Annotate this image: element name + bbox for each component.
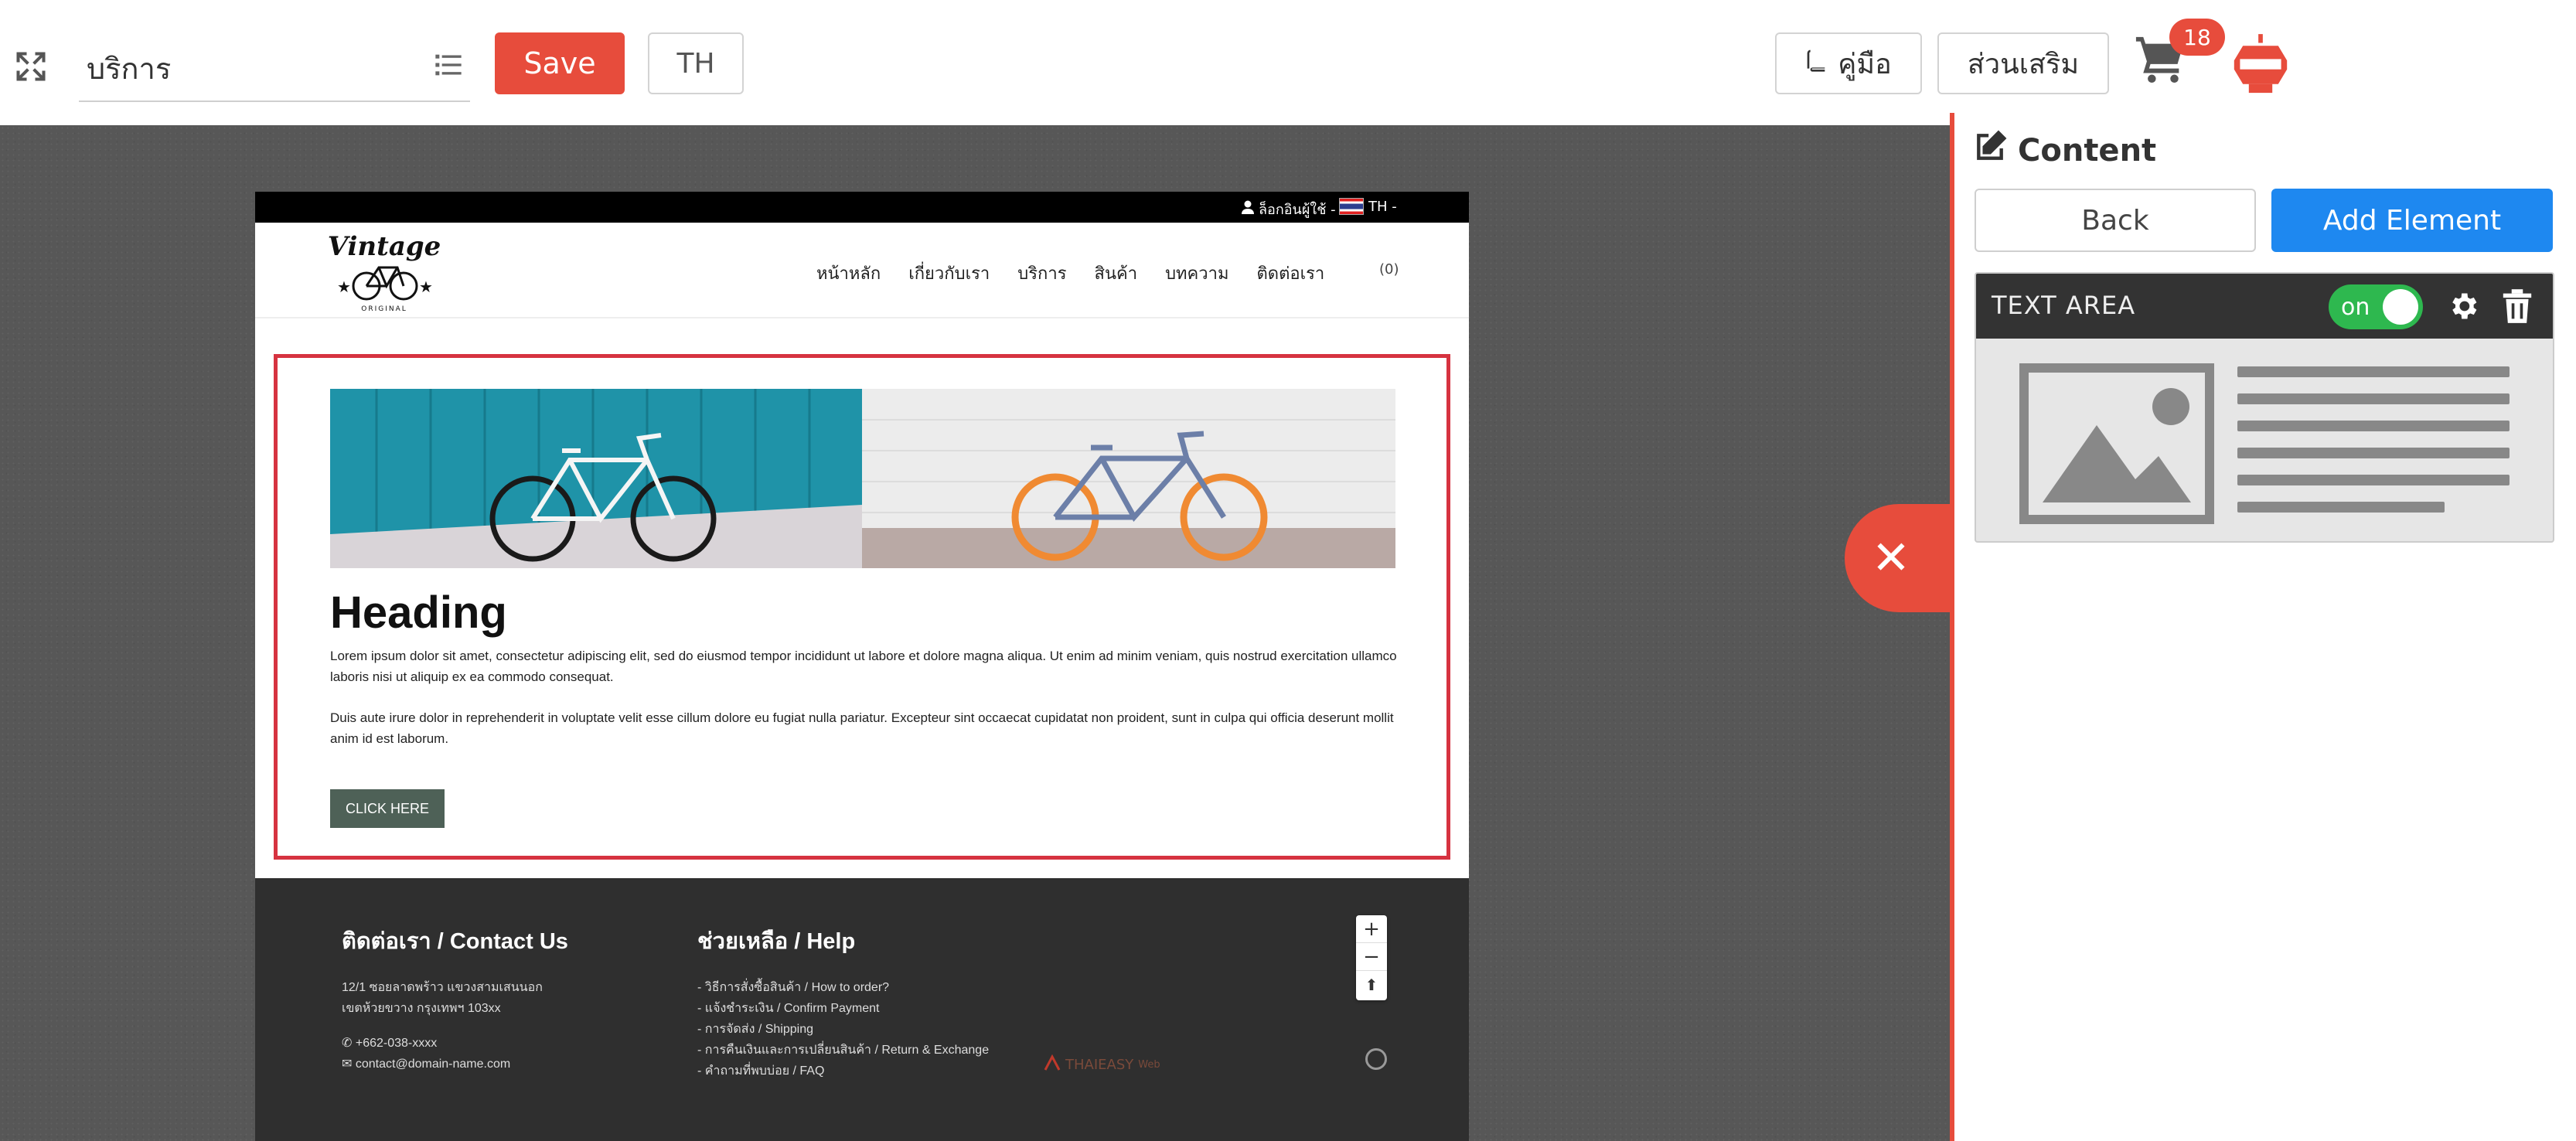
help-link-payment[interactable]: - แจ้งชำระเงิน / Confirm Payment	[697, 998, 1038, 1019]
login-link[interactable]: ล็อกอินผู้ใช้ -	[1242, 198, 1336, 220]
site-language-label: TH -	[1368, 198, 1397, 215]
site-preview: ล็อกอินผู้ใช้ - TH - Vintage ★ ★ ORIGINA…	[255, 192, 1469, 1141]
toggle-label: on	[2341, 294, 2370, 321]
click-here-button[interactable]: CLICK HERE	[330, 789, 445, 828]
powered-by[interactable]: THAIEASY Web	[1044, 1054, 1160, 1075]
add-element-button[interactable]: Add Element	[2271, 189, 2553, 252]
map-controls: + − ⬆	[1356, 915, 1387, 1000]
trash-icon[interactable]	[2502, 289, 2533, 323]
help-link-order[interactable]: - วิธีการสั่งซื้อสินค้า / How to order?	[697, 977, 1038, 998]
logo-subtext: ORIGINAL	[361, 305, 407, 313]
save-button[interactable]: Save	[495, 32, 625, 94]
language-button[interactable]: TH	[648, 32, 744, 94]
element-visibility-toggle[interactable]: on	[2329, 284, 2423, 329]
book-icon	[1805, 47, 1830, 80]
user-icon	[1242, 200, 1254, 218]
scroll-top-icon[interactable]	[1365, 1048, 1387, 1070]
footer-help-title: ช่วยเหลือ / Help	[697, 929, 856, 954]
manual-button[interactable]: คู่มือ	[1775, 32, 1922, 94]
powered-brand: THAIEASY	[1065, 1057, 1134, 1073]
footer-address-2: เขตห้วยขวาง กรุงเทพฯ 103xx	[342, 1002, 501, 1015]
footer-contact-title: ติดต่อเรา / Contact Us	[342, 929, 568, 954]
zoom-out-button[interactable]: −	[1356, 943, 1387, 971]
footer-help: ช่วยเหลือ / Help - วิธีการสั่งซื้อสินค้า…	[697, 923, 1038, 1081]
top-toolbar: บริการ Save TH คู่มือ ส่วนเสริม 18	[0, 0, 2576, 125]
site-logo[interactable]: Vintage ★ ★ ORIGINAL	[326, 227, 442, 314]
zoom-in-button[interactable]: +	[1356, 915, 1387, 943]
element-card-header: TEXT AREA on	[1976, 274, 2553, 339]
panel-title: Content	[1973, 130, 2156, 172]
footer-email[interactable]: ✉ contact@domain-name.com	[342, 1054, 666, 1075]
nav-item-contact[interactable]: ติดต่อเรา	[1257, 260, 1325, 287]
element-card-title: TEXT AREA	[1992, 291, 2136, 320]
page-selector[interactable]: บริการ	[79, 31, 470, 102]
content-panel: Content Back Add Element TEXT AREA on	[1950, 113, 2576, 1141]
robot-icon[interactable]	[2231, 34, 2290, 96]
logo-text: Vintage	[328, 231, 441, 262]
svg-text:★: ★	[337, 278, 351, 296]
selected-text-area-section[interactable]: Heading Lorem ipsum dolor sit amet, cons…	[274, 354, 1450, 860]
footer-contact: ติดต่อเรา / Contact Us 12/1 ซอยลาดพร้าว …	[342, 923, 666, 1075]
fullscreen-icon[interactable]	[14, 49, 48, 83]
editor-canvas: ล็อกอินผู้ใช้ - TH - Vintage ★ ★ ORIGINA…	[0, 125, 1950, 1141]
edit-icon	[1973, 130, 2007, 172]
addons-button[interactable]: ส่วนเสริม	[1937, 32, 2109, 94]
help-link-return[interactable]: - การคืนเงินและการเปลี่ยนสินค้า / Return…	[697, 1040, 1038, 1061]
powered-suffix: Web	[1138, 1059, 1160, 1071]
bicycle-image-right	[862, 389, 1395, 568]
manual-label: คู่มือ	[1838, 48, 1892, 80]
panel-title-label: Content	[2018, 133, 2157, 169]
mail-icon: ✉	[342, 1058, 353, 1071]
element-card-text-area[interactable]: TEXT AREA on	[1975, 272, 2554, 543]
login-label: ล็อกอินผู้ใช้ -	[1259, 202, 1336, 218]
help-link-faq[interactable]: - คำถามที่พบบ่อย / FAQ	[697, 1061, 1038, 1081]
site-cart-count[interactable]: (0)	[1379, 261, 1399, 278]
site-footer: ติดต่อเรา / Contact Us 12/1 ซอยลาดพร้าว …	[255, 878, 1469, 1141]
nav-item-home[interactable]: หน้าหลัก	[816, 260, 881, 287]
thai-flag-icon	[1339, 198, 1364, 215]
footer-phone: ✆ +662-038-xxxx	[342, 1033, 666, 1054]
section-paragraph-1: Lorem ipsum dolor sit amet, consectetur …	[330, 649, 1397, 684]
reset-north-button[interactable]: ⬆	[1356, 971, 1387, 999]
cart-count-badge: 18	[2169, 19, 2225, 56]
toggle-knob	[2383, 289, 2418, 325]
nav-item-products[interactable]: สินค้า	[1095, 260, 1138, 287]
close-panel-button[interactable]: ✕	[1845, 504, 1953, 612]
list-icon[interactable]	[433, 49, 464, 80]
phone-icon: ✆	[342, 1037, 353, 1050]
page-name: บริการ	[87, 52, 172, 86]
thaieasy-logo-icon	[1044, 1054, 1061, 1075]
footer-address-1: 12/1 ซอยลาดพร้าว แขวงสามเสนนอก	[342, 981, 543, 994]
site-nav: หน้าหลัก เกี่ยวกับเรา บริการ สินค้า บทคว…	[816, 260, 1324, 287]
footer-phone-number: +662-038-xxxx	[355, 1037, 438, 1050]
nav-item-services[interactable]: บริการ	[1017, 260, 1066, 287]
footer-email-address: contact@domain-name.com	[355, 1058, 511, 1071]
section-heading: Heading	[330, 588, 507, 638]
section-paragraph-2: Duis aute irure dolor in reprehenderit i…	[330, 710, 1394, 746]
nav-item-about[interactable]: เกี่ยวกับเรา	[908, 260, 990, 287]
bicycle-image-left	[330, 389, 862, 568]
text-lines-placeholder	[2237, 366, 2510, 529]
site-header: Vintage ★ ★ ORIGINAL หน้าหลัก เกี่ยวกับเ…	[255, 223, 1469, 318]
nav-item-articles[interactable]: บทความ	[1165, 260, 1228, 287]
back-button[interactable]: Back	[1975, 189, 2256, 252]
gear-icon[interactable]	[2446, 289, 2480, 323]
site-language-switch[interactable]: TH -	[1339, 198, 1397, 215]
site-topbar: ล็อกอินผู้ใช้ - TH -	[255, 192, 1469, 223]
image-placeholder-icon	[2019, 363, 2214, 524]
svg-text:★: ★	[419, 278, 433, 296]
help-link-shipping[interactable]: - การจัดส่ง / Shipping	[697, 1019, 1038, 1040]
